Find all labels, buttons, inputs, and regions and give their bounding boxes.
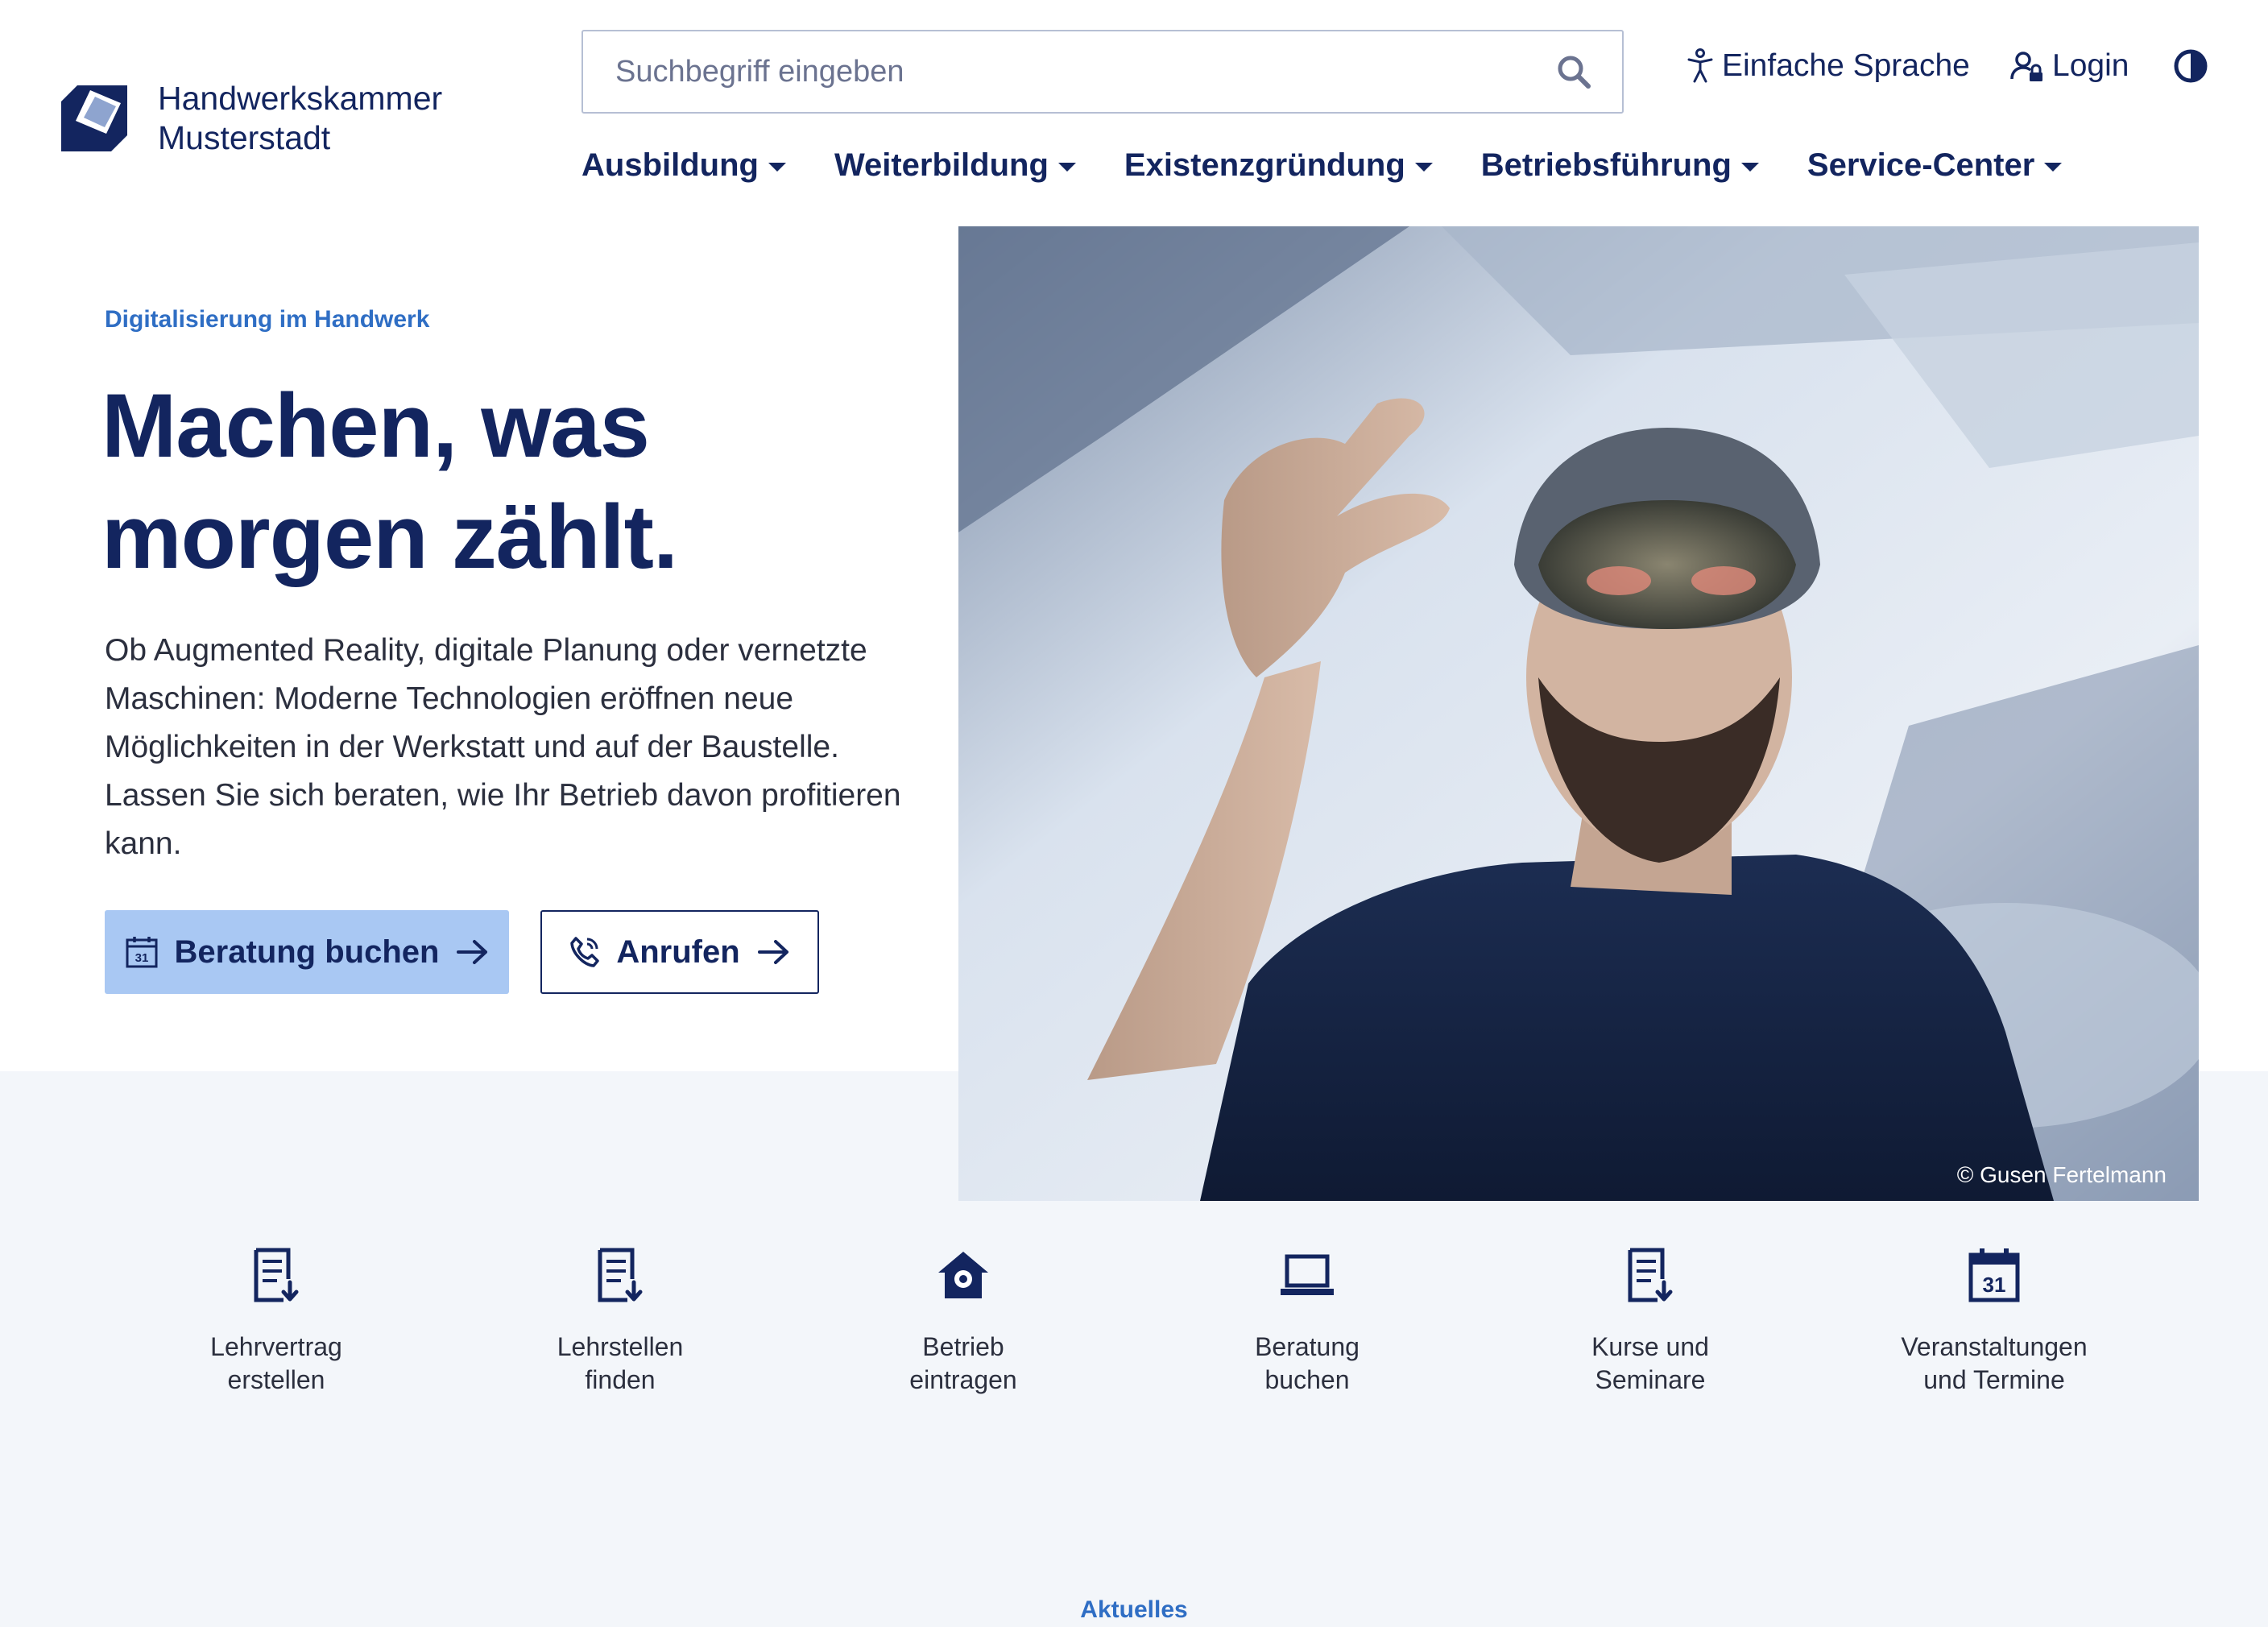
calendar-day: 31 — [1983, 1273, 2006, 1297]
quick-link-kurse[interactable]: Kurse und Seminare — [1513, 1247, 1787, 1397]
user-lock-icon — [2010, 52, 2042, 81]
easy-language-link[interactable]: Einfache Sprache — [1687, 48, 1970, 84]
logo-line-2: Musterstadt — [158, 119, 331, 156]
hero-photo-illustration — [958, 226, 2199, 1201]
nav-label: Weiterbildung — [834, 147, 1049, 183]
quick-link-lehrvertrag[interactable]: Lehrvertrag erstellen — [139, 1247, 413, 1397]
nav-label: Ausbildung — [581, 147, 759, 183]
quick-link-label: Veranstaltungen und Termine — [1857, 1331, 2131, 1397]
login-label: Login — [2052, 48, 2129, 83]
logo-line-1: Handwerkskammer — [158, 80, 443, 117]
document-icon — [598, 1248, 643, 1302]
quick-link-betrieb-eintragen[interactable]: Betrieb eintragen — [826, 1247, 1100, 1397]
nav-label: Betriebsführung — [1480, 147, 1732, 183]
contrast-toggle[interactable] — [2173, 48, 2216, 84]
quick-link-label: Betrieb eintragen — [826, 1331, 1100, 1397]
main-navigation: Ausbildung Weiterbildung Existenzgründun… — [581, 147, 2110, 184]
quick-link-label: Lehrstellen finden — [483, 1331, 757, 1397]
nav-item-ausbildung[interactable]: Ausbildung — [581, 147, 786, 184]
quick-link-line-1: Betrieb — [922, 1332, 1004, 1361]
quick-link-beratung[interactable]: Beratung buchen — [1170, 1247, 1444, 1397]
quick-link-label: Beratung buchen — [1170, 1331, 1444, 1397]
laptop-icon — [1281, 1254, 1334, 1295]
calendar-day: 31 — [135, 951, 148, 965]
logo-mark-icon — [61, 85, 127, 151]
hero-photo: © Gusen Fertelmann — [958, 226, 2199, 1201]
accessibility-person-icon — [1687, 48, 1713, 83]
call-button[interactable]: Anrufen — [540, 910, 819, 994]
quick-link-line-2: eintragen — [909, 1365, 1017, 1394]
quick-link-label: Lehrvertrag erstellen — [139, 1331, 413, 1397]
nav-label: Service-Center — [1807, 147, 2035, 183]
nav-item-existenzgruendung[interactable]: Existenzgründung — [1124, 147, 1433, 184]
nav-item-weiterbildung[interactable]: Weiterbildung — [834, 147, 1076, 184]
caret-down-icon — [2044, 163, 2063, 172]
photo-credit: © Gusen Fertelmann — [1956, 1162, 2167, 1187]
quick-link-veranstaltungen[interactable]: 31 Veranstaltungen und Termine — [1857, 1247, 2131, 1397]
calendar-icon: 31 — [1968, 1248, 2020, 1302]
headline-line-2: morgen zählt. — [101, 486, 678, 587]
login-link[interactable]: Login — [2010, 48, 2129, 84]
quick-link-lehrstellen[interactable]: Lehrstellen finden — [483, 1247, 757, 1397]
quick-link-line-2: und Termine — [1923, 1365, 2065, 1394]
calendar-icon: 31 — [126, 937, 158, 968]
caret-down-icon — [1740, 163, 1759, 172]
easy-language-label: Einfache Sprache — [1722, 48, 1970, 83]
arrow-right-icon — [457, 940, 488, 964]
search-input[interactable] — [615, 54, 1501, 89]
call-label: Anrufen — [616, 934, 740, 970]
hero-headline: Machen, was morgen zählt. — [101, 371, 907, 593]
hero-eyebrow: Digitalisierung im Handwerk — [105, 306, 430, 333]
document-icon — [254, 1248, 299, 1302]
nav-item-service-center[interactable]: Service-Center — [1807, 147, 2063, 184]
quick-link-line-2: Seminare — [1595, 1365, 1706, 1394]
book-consultation-label: Beratung buchen — [174, 934, 440, 970]
headline-line-1: Machen, was — [101, 375, 650, 476]
quick-link-line-1: Kurse und — [1591, 1332, 1709, 1361]
quick-link-line-1: Veranstaltungen — [1901, 1332, 2088, 1361]
quick-link-line-2: erstellen — [227, 1365, 325, 1394]
search-box — [581, 30, 1624, 114]
nav-label: Existenzgründung — [1124, 147, 1405, 183]
hero-lead-text: Ob Augmented Reality, digitale Planung o… — [105, 633, 901, 861]
caret-down-icon — [1057, 163, 1076, 172]
quick-link-line-2: buchen — [1264, 1365, 1350, 1394]
caret-down-icon — [768, 163, 786, 172]
logo-text: Handwerkskammer Musterstadt — [158, 79, 442, 158]
caret-down-icon — [1414, 163, 1433, 172]
phone-icon — [570, 937, 600, 967]
quick-link-line-1: Lehrstellen — [557, 1332, 684, 1361]
document-icon — [1628, 1248, 1673, 1302]
nav-item-betriebsfuehrung[interactable]: Betriebsführung — [1481, 147, 1759, 184]
arrow-right-icon — [757, 940, 788, 964]
section-label-aktuelles: Aktuelles — [1080, 1596, 1188, 1623]
quick-link-line-1: Beratung — [1255, 1332, 1360, 1361]
home-pin-icon — [938, 1252, 988, 1298]
search-icon[interactable] — [1556, 54, 1591, 89]
logo[interactable]: Handwerkskammer Musterstadt — [61, 79, 442, 158]
quick-link-label: Kurse und Seminare — [1513, 1331, 1787, 1397]
quick-link-line-2: finden — [585, 1365, 656, 1394]
contrast-icon — [2174, 49, 2208, 83]
book-consultation-button[interactable]: 31 Beratung buchen — [105, 910, 509, 994]
quick-link-line-1: Lehrvertrag — [210, 1332, 342, 1361]
